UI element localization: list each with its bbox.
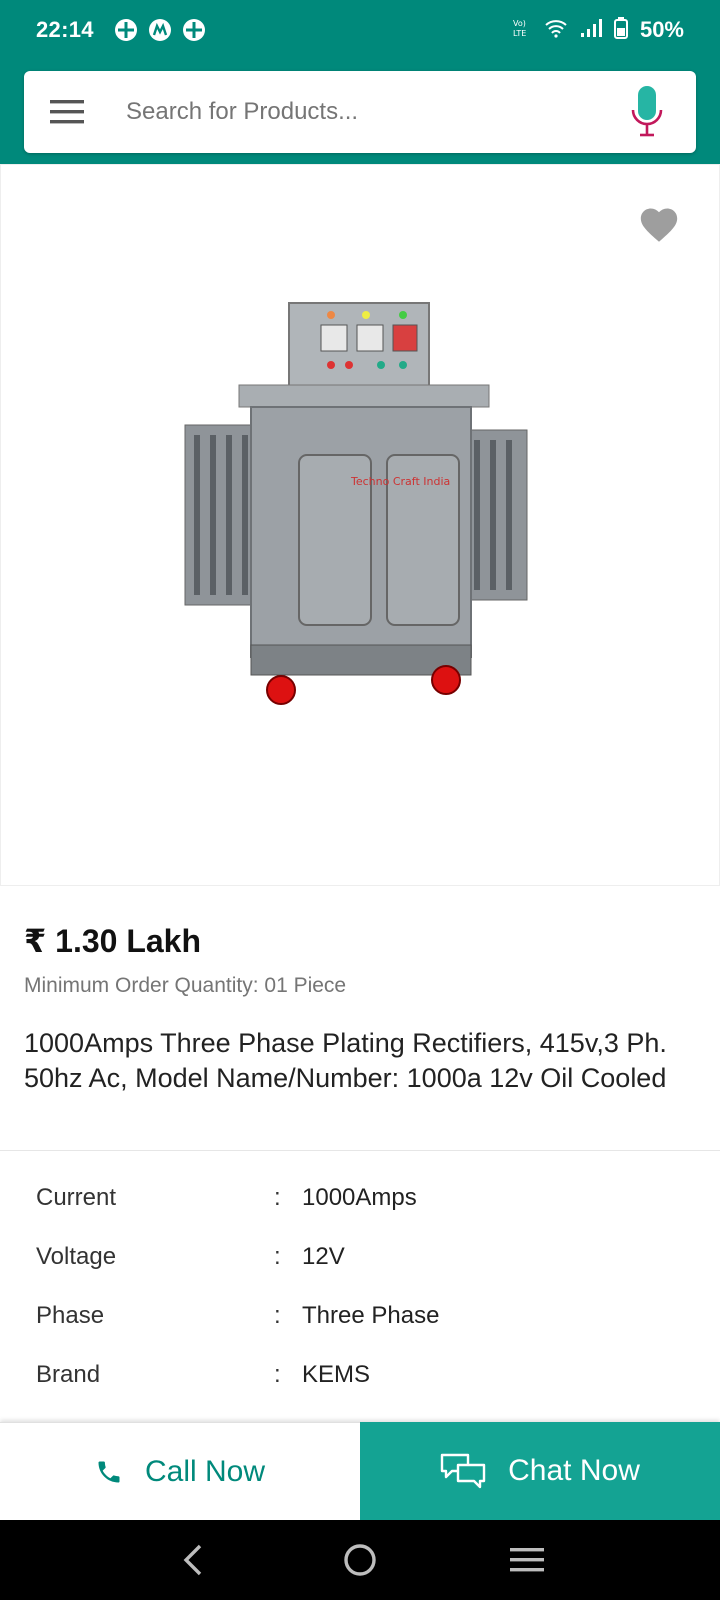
spec-row: Brand : KEMS <box>36 1345 696 1404</box>
product-price: ₹ 1.30 Lakh <box>24 923 202 959</box>
menu-button[interactable] <box>32 71 102 153</box>
divider <box>0 1150 720 1151</box>
spec-row: Phase : Three Phase <box>36 1286 696 1345</box>
app-header <box>0 60 720 164</box>
battery-percent: 50% <box>639 17 684 42</box>
product-title: 1000Amps Three Phase Plating Rectifiers,… <box>24 1028 667 1093</box>
app-notification-icon <box>148 18 172 42</box>
spec-colon: : <box>274 1183 281 1211</box>
chat-now-label: Chat Now <box>508 1454 640 1487</box>
spec-colon: : <box>274 1360 281 1388</box>
minimum-order-quantity: Minimum Order Quantity: 01 Piece <box>24 974 347 997</box>
recents-icon <box>509 1548 544 1572</box>
spec-colon: : <box>274 1242 281 1270</box>
spec-colon: : <box>274 1301 281 1329</box>
spec-row: Current : 1000Amps <box>36 1168 696 1227</box>
search-bar <box>24 71 696 153</box>
spec-key: Brand <box>36 1360 101 1388</box>
product-image: Techno Craft India <box>184 302 528 705</box>
chat-now-button[interactable]: Chat Now <box>360 1422 720 1520</box>
call-now-label: Call Now <box>144 1454 266 1488</box>
spec-key: Current <box>36 1183 117 1211</box>
chat-icon <box>440 1453 486 1489</box>
spec-key: Phase <box>36 1301 105 1329</box>
svg-text:Vo): Vo) <box>513 19 526 28</box>
home-button[interactable] <box>330 1530 390 1590</box>
menu-icon <box>50 100 84 124</box>
volte-icon: Vo) LTE <box>512 17 532 44</box>
action-bar: Call Now Chat Now <box>0 1422 720 1520</box>
product-image-area[interactable]: Techno Craft India <box>0 164 720 886</box>
status-bar: 22:14 Vo) LTE 50% <box>0 0 720 60</box>
image-watermark: Techno Craft India <box>350 475 450 488</box>
svg-text:LTE: LTE <box>513 29 526 38</box>
home-icon <box>344 1544 376 1576</box>
system-nav-bar <box>0 1520 720 1600</box>
app-notification-icon <box>182 18 206 42</box>
notification-icons <box>114 18 206 42</box>
spec-value: 1000Amps <box>302 1183 417 1211</box>
spec-key: Voltage <box>36 1242 117 1270</box>
mic-icon <box>631 86 663 137</box>
back-icon <box>183 1544 202 1576</box>
favorite-button[interactable] <box>637 203 681 247</box>
spec-row: Voltage : 12V <box>36 1227 696 1286</box>
spec-value: 12V <box>302 1242 345 1270</box>
status-time: 22:14 <box>36 17 94 42</box>
voice-search-button[interactable] <box>612 71 682 153</box>
search-input[interactable] <box>126 98 612 126</box>
wifi-icon <box>544 18 568 43</box>
spec-value: KEMS <box>302 1360 371 1388</box>
app-notification-icon <box>114 18 138 42</box>
signal-icon <box>580 18 602 43</box>
spec-table: Current : 1000Amps Voltage : 12V Phase :… <box>36 1168 696 1404</box>
back-button[interactable] <box>163 1530 223 1590</box>
recents-button[interactable] <box>497 1530 557 1590</box>
battery-icon <box>613 16 628 44</box>
heart-icon <box>640 208 678 242</box>
spec-value: Three Phase <box>302 1301 440 1329</box>
status-right: Vo) LTE 50% <box>512 16 684 44</box>
phone-icon <box>98 1461 120 1482</box>
call-now-button[interactable]: Call Now <box>0 1422 360 1520</box>
